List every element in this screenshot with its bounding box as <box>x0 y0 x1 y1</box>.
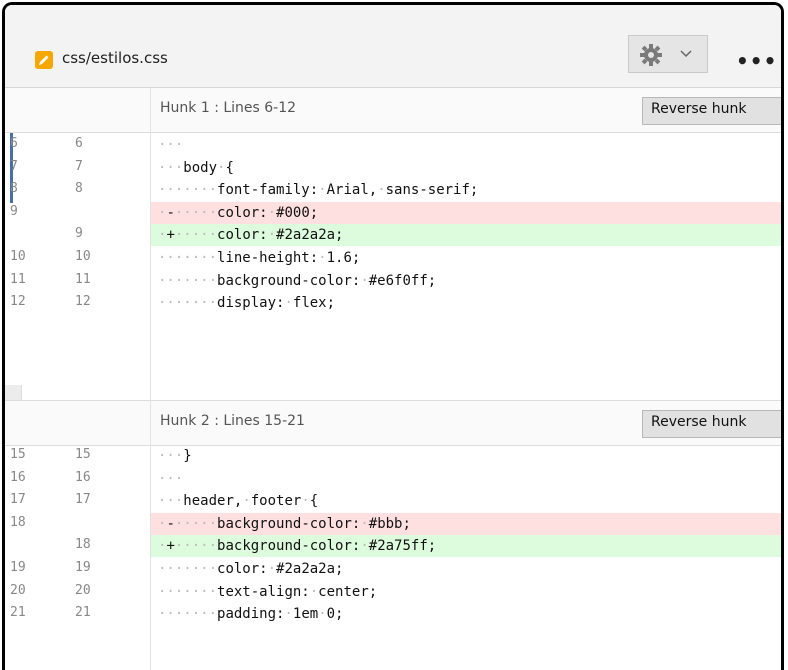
old-line-number: 15 <box>10 447 26 462</box>
old-line-number: 21 <box>10 605 26 621</box>
context-line[interactable]: 8 8 ·······font-family:·Arial,·sans-serif; <box>5 179 781 201</box>
old-line-number: 20 <box>10 582 26 598</box>
deleted-line[interactable]: 9 ·-·····color:·#000; <box>5 201 781 224</box>
hunk-header: Hunk 1 : Lines 6-12 Reverse hunk <box>5 88 781 133</box>
new-line-number: 16 <box>75 469 91 485</box>
new-line-number: 12 <box>75 294 91 310</box>
new-line-number: 19 <box>75 560 91 575</box>
code-text: ·-·····background-color:·#bbb; <box>150 512 781 535</box>
code-text: ···body·{ <box>158 159 234 176</box>
hunk-title: Hunk 1 : Lines 6-12 <box>160 100 297 116</box>
code-text: ·······font-family:·Arial,·sans-serif; <box>158 182 479 199</box>
deleted-line[interactable]: 18 ·-·····background-color:·#bbb; <box>5 512 781 535</box>
diff-window: css/estilos.css ••• Hunk 1: Lines 6-12 … <box>2 2 784 670</box>
old-line-number: 19 <box>10 560 26 575</box>
code-text: ··· <box>158 137 184 153</box>
code-text: ···} <box>158 448 192 464</box>
pencil-icon <box>35 51 53 69</box>
settings-button[interactable] <box>628 35 708 73</box>
code-text: ·······padding:·1em·0; <box>158 606 344 623</box>
context-line[interactable]: 16 16 ··· <box>5 468 781 490</box>
old-line-number: 7 <box>10 158 18 174</box>
old-line-number: 18 <box>10 514 26 530</box>
context-line[interactable]: 6 6 ··· <box>5 134 781 156</box>
code-text: ··· <box>158 470 184 487</box>
context-line[interactable]: 20 20 ·······text-align:·center; <box>5 581 781 603</box>
new-line-number: 6 <box>75 136 83 151</box>
code-text: ·+·····background-color:·#2a75ff; <box>150 535 781 558</box>
old-line-number: 11 <box>10 271 26 287</box>
context-line[interactable]: 21 21 ·······padding:·1em·0; <box>5 603 781 625</box>
old-line-number: 12 <box>10 294 26 310</box>
new-line-number: 17 <box>75 492 91 508</box>
new-line-number: 9 <box>75 226 83 242</box>
old-line-number: 8 <box>10 181 18 197</box>
new-line-number: 11 <box>75 271 91 287</box>
file-header: css/estilos.css ••• <box>5 5 781 88</box>
context-line[interactable]: 10 10 ·······line-height:·1.6; <box>5 247 781 269</box>
context-line[interactable]: 15 15 ···} <box>5 445 781 467</box>
new-line-number: 18 <box>75 537 91 553</box>
reverse-hunk-button[interactable]: Reverse hunk <box>642 410 781 438</box>
code-text: ·······line-height:·1.6; <box>158 250 361 266</box>
context-line[interactable]: 11 11 ·······background-color:·#e6f0ff; <box>5 270 781 292</box>
context-line[interactable]: 12 12 ·······display:·flex; <box>5 292 781 314</box>
more-icon[interactable]: ••• <box>736 49 777 73</box>
file-name[interactable]: css/estilos.css <box>62 49 168 67</box>
chevron-down-icon <box>680 50 692 58</box>
new-line-number: 20 <box>75 582 91 598</box>
new-line-number: 7 <box>75 158 83 174</box>
old-line-number: 9 <box>10 203 18 219</box>
code-text: ·······background-color:·#e6f0ff; <box>158 272 437 289</box>
context-line[interactable]: 17 17 ···header,·footer·{ <box>5 490 781 512</box>
old-line-number: 16 <box>10 469 26 485</box>
hunk-header: Hunk 2 : Lines 15-21 Reverse hunk <box>5 400 781 446</box>
added-line[interactable]: 9 ·+·····color:·#2a2a2a; <box>5 224 781 247</box>
old-line-number: 17 <box>10 492 26 508</box>
hunk-title: Hunk 2 : Lines 15-21 <box>160 413 305 429</box>
gutter-divider <box>150 88 151 670</box>
new-line-number: 8 <box>75 181 83 197</box>
code-text: ·-·····color:·#000; <box>150 201 781 224</box>
code-text: ·······display:·flex; <box>158 295 336 312</box>
code-text: ···header,·footer·{ <box>158 493 319 510</box>
code-text: ·······text-align:·center; <box>158 583 378 600</box>
old-line-number: 10 <box>10 249 26 264</box>
context-line[interactable]: 7 7 ···body·{ <box>5 157 781 179</box>
context-line[interactable]: 19 19 ·······color:·#2a2a2a; <box>5 558 781 580</box>
new-line-number: 21 <box>75 605 91 621</box>
added-line[interactable]: 18 ·+·····background-color:·#2a75ff; <box>5 535 781 558</box>
code-text: ·+·····color:·#2a2a2a; <box>150 224 781 247</box>
reverse-hunk-button[interactable]: Reverse hunk <box>642 97 781 125</box>
new-line-number: 15 <box>75 447 91 462</box>
old-line-number: 6 <box>10 136 18 151</box>
gear-icon <box>640 44 662 66</box>
code-text: ·······color:·#2a2a2a; <box>158 561 344 577</box>
new-line-number: 10 <box>75 249 91 264</box>
